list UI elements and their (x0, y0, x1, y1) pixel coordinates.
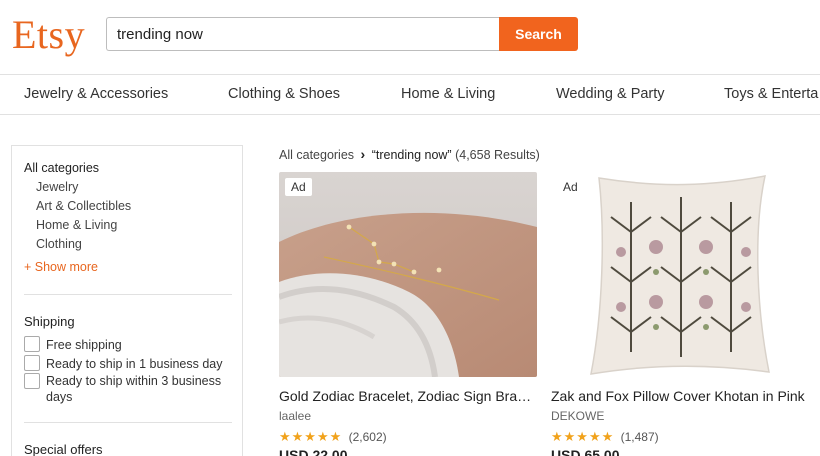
shop-name[interactable]: DEKOWE (551, 409, 604, 423)
search-button[interactable]: Search (499, 17, 578, 51)
listing-card[interactable]: Ad Gold Zodiac Bracelet, Zodiac Sign Bra… (279, 172, 537, 456)
special-offers-heading: Special offers (24, 442, 103, 456)
shipping-heading: Shipping (24, 314, 75, 329)
nav-item-clothing-shoes[interactable]: Clothing & Shoes (228, 86, 340, 102)
listing-rating: ★★★★★ (2,602) (279, 429, 387, 445)
category-link-home-living[interactable]: Home & Living (36, 218, 117, 232)
listing-image-pillow[interactable]: Ad (551, 172, 809, 377)
ad-badge: Ad (563, 180, 578, 194)
show-more-link[interactable]: + Show more (24, 260, 98, 274)
bracelet-photo (279, 172, 537, 377)
ad-badge: Ad (285, 178, 312, 196)
pillow-photo (551, 172, 809, 377)
result-count: (4,658 Results) (455, 148, 540, 162)
filter-sidebar: All categories Jewelry Art & Collectible… (11, 145, 243, 456)
breadcrumb-root-link[interactable]: All categories (279, 148, 354, 162)
nav-item-toys-entertainment[interactable]: Toys & Enterta (724, 86, 818, 102)
free-shipping-checkbox[interactable] (24, 336, 40, 352)
listing-price: USD 65.00 (551, 447, 620, 456)
ready-1-day-label: Ready to ship in 1 business day (46, 357, 223, 371)
listing-title[interactable]: Gold Zodiac Bracelet, Zodiac Sign Bracel… (279, 388, 537, 404)
review-count: (1,487) (620, 430, 659, 444)
category-link-art-collectibles[interactable]: Art & Collectibles (36, 199, 131, 213)
listing-rating: ★★★★★ (1,487) (551, 429, 659, 445)
nav-item-home-living[interactable]: Home & Living (401, 86, 495, 102)
review-count: (2,602) (348, 430, 387, 444)
breadcrumb-query: “trending now” (371, 148, 452, 162)
ready-3-days-checkbox[interactable] (24, 373, 40, 389)
etsy-logo[interactable]: Etsy (12, 11, 85, 58)
category-link-jewelry[interactable]: Jewelry (36, 180, 78, 194)
chevron-right-icon: › (360, 146, 366, 162)
ready-3-days-label: Ready to ship within 3 business days (46, 374, 222, 404)
star-rating-icon: ★★★★★ (551, 429, 615, 444)
nav-item-wedding-party[interactable]: Wedding & Party (556, 86, 665, 102)
free-shipping-label: Free shipping (46, 338, 122, 352)
search-input[interactable] (106, 17, 500, 51)
star-rating-icon: ★★★★★ (279, 429, 343, 444)
listing-title[interactable]: Zak and Fox Pillow Cover Khotan in Pink (551, 388, 809, 404)
nav-item-jewelry-accessories[interactable]: Jewelry & Accessories (24, 86, 168, 102)
divider (24, 422, 232, 423)
ready-1-day-checkbox[interactable] (24, 355, 40, 371)
listing-price: USD 22.00 (279, 447, 348, 456)
shop-name[interactable]: laalee (279, 409, 311, 423)
breadcrumb: All categories › “trending now” (4,658 R… (279, 146, 540, 162)
listing-card[interactable]: Ad Zak and Fox Pillow Cover Khotan in Pi… (551, 172, 809, 456)
listing-image-bracelet[interactable]: Ad (279, 172, 537, 377)
divider (24, 294, 232, 295)
category-nav: Jewelry & Accessories Clothing & Shoes H… (0, 74, 820, 115)
all-categories-link[interactable]: All categories (24, 161, 99, 175)
category-link-clothing[interactable]: Clothing (36, 237, 82, 251)
